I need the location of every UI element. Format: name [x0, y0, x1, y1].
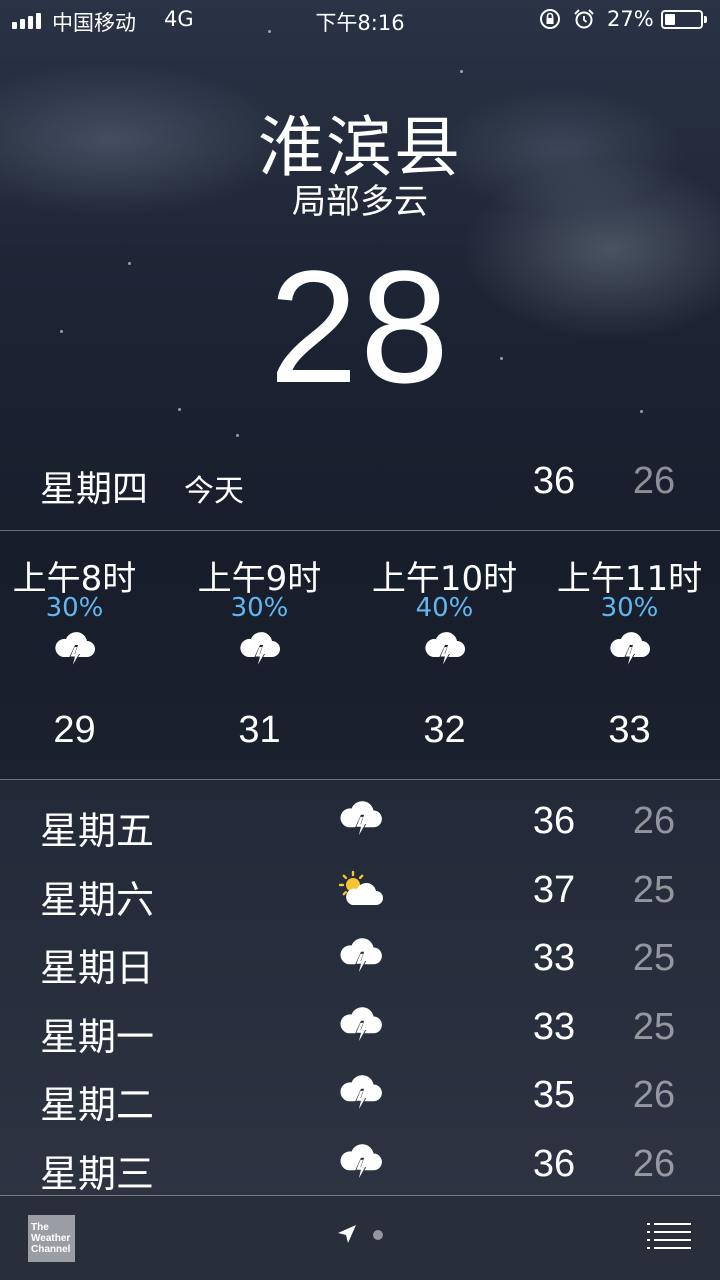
- day-low: 25: [632, 868, 676, 911]
- bottom-toolbar: The Weather Channel: [0, 1196, 720, 1280]
- day-low: 25: [632, 937, 676, 980]
- day-high: 33: [532, 937, 576, 980]
- alarm-icon: [574, 9, 594, 29]
- thunderstorm-icon: [340, 1075, 382, 1115]
- hour-temp: 29: [53, 709, 96, 751]
- hour-temp: 31: [238, 709, 281, 751]
- hour-precip: 30%: [600, 593, 659, 623]
- day-name: 星期二: [40, 1083, 155, 1128]
- today-high: 36: [532, 460, 576, 502]
- day-name: 星期三: [40, 1151, 155, 1196]
- battery-icon: [661, 10, 707, 29]
- thunderstorm-icon: [340, 1007, 382, 1046]
- current-condition: 局部多云: [292, 182, 428, 222]
- hour-precip: 30%: [45, 593, 104, 623]
- day-high: 33: [532, 1005, 576, 1048]
- daily-row: 星期三 36 26: [0, 1133, 720, 1202]
- thunderstorm-icon: [239, 632, 280, 669]
- current-temperature: 28: [269, 237, 451, 416]
- today-day-name: 星期四: [40, 469, 149, 510]
- status-bar: 中国移动 4G 下午8:16 27%: [0, 0, 720, 40]
- thunderstorm-icon: [54, 632, 95, 669]
- location-arrow-icon[interactable]: [336, 1223, 358, 1245]
- today-summary: 星期四 今天 36 26: [0, 450, 720, 530]
- day-name: 星期五: [40, 809, 155, 853]
- battery-percent: 27%: [607, 7, 654, 31]
- thunderstorm-icon: [340, 801, 382, 840]
- thunderstorm-icon: [340, 1144, 382, 1183]
- divider: [0, 779, 720, 780]
- today-label: 今天: [184, 474, 244, 509]
- day-high: 37: [532, 868, 576, 911]
- day-name: 星期一: [40, 1014, 155, 1059]
- daily-row: 星期二 35 26: [0, 1064, 720, 1133]
- day-name: 星期日: [40, 946, 155, 991]
- hourly-forecast[interactable]: 上午8时 30% 29 上午9时 30% 31 上午10时 40% 32 上午1…: [0, 531, 720, 779]
- daily-row: 星期五 36 26: [0, 790, 720, 859]
- day-low: 26: [632, 800, 676, 842]
- day-low: 26: [632, 1142, 676, 1185]
- today-low: 26: [632, 460, 676, 502]
- thunderstorm-icon: [609, 632, 650, 669]
- daily-forecast[interactable]: 星期五 36 26 星期六 37 25 星期日 33 25 星期一 33 25 …: [0, 790, 720, 1202]
- hour-temp: 33: [608, 709, 651, 751]
- hour-precip: 30%: [230, 593, 289, 623]
- daily-row: 星期六 37 25: [0, 859, 720, 928]
- hour-precip: 40%: [415, 593, 474, 623]
- day-high: 35: [532, 1074, 576, 1117]
- day-high: 36: [532, 1142, 576, 1185]
- list-icon[interactable]: [647, 1222, 691, 1250]
- day-low: 26: [632, 1074, 676, 1117]
- day-high: 36: [532, 800, 576, 842]
- partly-sunny-icon: [338, 870, 383, 905]
- hour-temp: 32: [423, 709, 466, 751]
- day-low: 25: [632, 1005, 676, 1048]
- orientation-lock-icon: [540, 9, 560, 29]
- weather-channel-logo[interactable]: The Weather Channel: [28, 1215, 75, 1262]
- page-dot[interactable]: [373, 1230, 383, 1240]
- daily-row: 星期一 33 25: [0, 996, 720, 1065]
- daily-row: 星期日 33 25: [0, 927, 720, 996]
- day-name: 星期六: [40, 877, 155, 922]
- thunderstorm-icon: [424, 632, 465, 669]
- thunderstorm-icon: [340, 938, 382, 978]
